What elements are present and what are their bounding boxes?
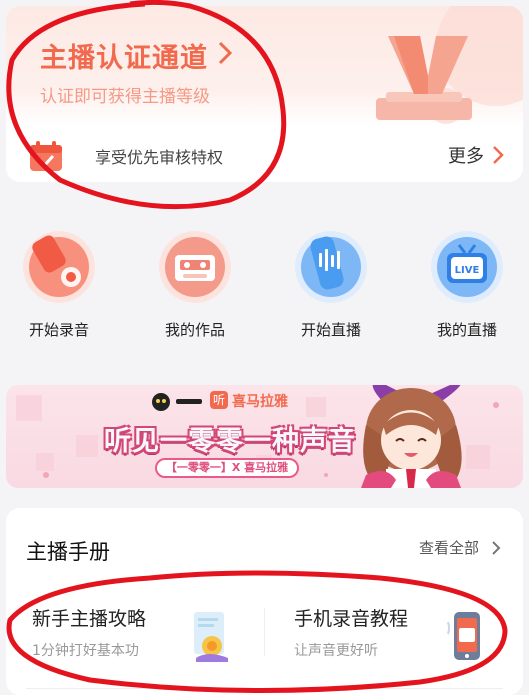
- start-live-button[interactable]: 开始直播: [276, 231, 386, 346]
- handbook-item-title[interactable]: 手机录音教程: [294, 604, 408, 631]
- calendar-check-icon: [30, 141, 62, 171]
- promo-banner[interactable]: 听 喜马拉雅 听见一零零一种声音 【一零零一】X 喜马拉雅: [6, 385, 523, 488]
- handbook-divider: [264, 608, 265, 656]
- anchor-handbook-card: 主播手册 查看全部 新手主播攻略 1分钟打好基本功 手机录音教程 让声音更好听: [6, 508, 523, 695]
- brand-logo-cat-icon: [152, 393, 202, 411]
- certification-title[interactable]: 主播认证通道: [40, 36, 208, 75]
- certification-banner[interactable]: 主播认证通道 认证即可获得主播等级: [6, 6, 523, 126]
- start-recording-button[interactable]: 开始录音: [4, 231, 114, 346]
- phone-recording-icon: [447, 612, 480, 660]
- my-works-button[interactable]: 我的作品: [140, 231, 250, 346]
- anime-girl-illustration: [361, 385, 462, 488]
- privilege-row[interactable]: 享受优先审核特权 更多: [6, 126, 523, 182]
- chevron-right-icon[interactable]: [491, 145, 505, 165]
- tv-live-icon: LIVE: [431, 231, 503, 303]
- action-label: 我的作品: [164, 321, 225, 339]
- view-all-link[interactable]: 查看全部: [419, 537, 479, 558]
- svg-text:LIVE: LIVE: [455, 265, 480, 276]
- microphone-icon: [23, 231, 95, 303]
- handbook-title: 主播手册: [26, 540, 110, 564]
- chevron-right-icon[interactable]: [491, 540, 501, 556]
- action-label: 我的直播: [436, 321, 497, 339]
- anchor-certification-card[interactable]: 主播认证通道 认证即可获得主播等级 享受优先审核特权 更多: [6, 6, 523, 182]
- ximalaya-logo: 听: [210, 391, 228, 409]
- v-badge-icon: [376, 6, 523, 124]
- action-label: 开始直播: [300, 321, 361, 339]
- my-live-button[interactable]: LIVE 我的直播: [412, 231, 522, 346]
- banner-pill: 【一零零一】X 喜马拉雅: [155, 458, 299, 478]
- snail-guide-icon: [194, 612, 228, 662]
- banner-headline: 听见一零零一种声音: [104, 426, 356, 457]
- more-link[interactable]: 更多: [448, 142, 484, 168]
- live-voice-icon: [295, 231, 367, 303]
- action-label: 开始录音: [28, 321, 89, 339]
- partner-name: 喜马拉雅: [232, 394, 288, 410]
- handbook-bottom-divider: [26, 688, 503, 689]
- handbook-item-title[interactable]: 新手主播攻略: [32, 604, 146, 631]
- cassette-icon: [159, 231, 231, 303]
- certification-subtitle: 认证即可获得主播等级: [40, 87, 210, 107]
- handbook-item-subtitle: 让声音更好听: [294, 643, 378, 659]
- handbook-item-subtitle: 1分钟打好基本功: [32, 643, 139, 659]
- privilege-text: 享受优先审核特权: [95, 148, 224, 167]
- chevron-right-icon: [218, 41, 233, 65]
